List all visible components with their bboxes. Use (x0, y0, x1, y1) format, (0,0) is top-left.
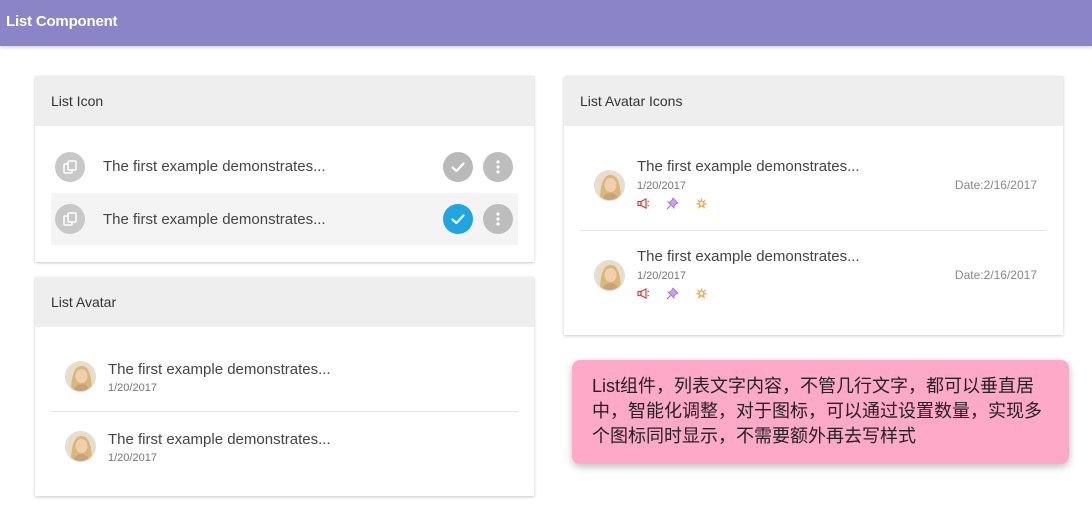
list-item-text: The first example demonstrates... (108, 361, 331, 378)
avatar (65, 431, 96, 462)
more-vert-icon[interactable] (483, 152, 513, 182)
burst-icon[interactable] (695, 197, 708, 210)
avatar (594, 260, 625, 291)
list-item[interactable]: The first example demonstrates... 1/20/2… (580, 238, 1047, 318)
list-item[interactable]: The first example demonstrates... 1/20/2… (51, 345, 518, 409)
list-item-text: The first example demonstrates... (103, 211, 326, 228)
pin-icon[interactable] (666, 287, 679, 300)
card-header: List Icon (35, 76, 534, 126)
list-item[interactable]: The first example demonstrates... 1/20/2… (580, 148, 1047, 228)
avatar (65, 361, 96, 392)
list-item[interactable]: The first example demonstrates... 1/20/2… (51, 415, 518, 479)
right-date: Date:2/16/2017 (954, 178, 1037, 192)
app-title: List Component (6, 13, 118, 30)
list-icon-card: List Icon The first example demonstrates… (35, 76, 534, 262)
list-item-date: 1/20/2017 (108, 452, 157, 464)
check-icon[interactable] (443, 152, 473, 182)
copy-icon (55, 152, 85, 182)
note-text: List组件，列表文字内容，不管几行文字，都可以垂直居中，智能化调整，对于图标，… (592, 376, 1042, 446)
divider (51, 411, 518, 412)
app-bar: List Component (0, 0, 1092, 46)
icon-group (637, 197, 708, 210)
megaphone-icon[interactable] (637, 287, 650, 300)
list-avatar-icons-card: List Avatar Icons The first example demo… (564, 76, 1063, 335)
avatar (594, 170, 625, 201)
card-header: List Avatar (35, 277, 534, 327)
icon-group (637, 287, 708, 300)
copy-icon (55, 204, 85, 234)
check-icon-active[interactable] (443, 204, 473, 234)
list-item-text: The first example demonstrates... (637, 158, 860, 175)
divider (580, 230, 1047, 231)
list-item-text: The first example demonstrates... (637, 248, 860, 265)
list-item[interactable]: The first example demonstrates... (51, 142, 518, 192)
list-item-selected[interactable]: The first example demonstrates... (51, 193, 518, 245)
pin-icon[interactable] (666, 197, 679, 210)
burst-icon[interactable] (695, 287, 708, 300)
annotation-note: List组件，列表文字内容，不管几行文字，都可以垂直居中，智能化调整，对于图标，… (572, 360, 1069, 464)
megaphone-icon[interactable] (637, 197, 650, 210)
more-vert-icon[interactable] (483, 204, 513, 234)
list-item-date: 1/20/2017 (637, 270, 686, 282)
list-item-date: 1/20/2017 (637, 180, 686, 192)
list-item-date: 1/20/2017 (108, 382, 157, 394)
right-date: Date:2/16/2017 (954, 268, 1037, 282)
list-item-text: The first example demonstrates... (108, 431, 331, 448)
card-header: List Avatar Icons (564, 76, 1063, 126)
list-item-text: The first example demonstrates... (103, 158, 326, 175)
list-avatar-card: List Avatar The first example demonstrat… (35, 277, 534, 496)
